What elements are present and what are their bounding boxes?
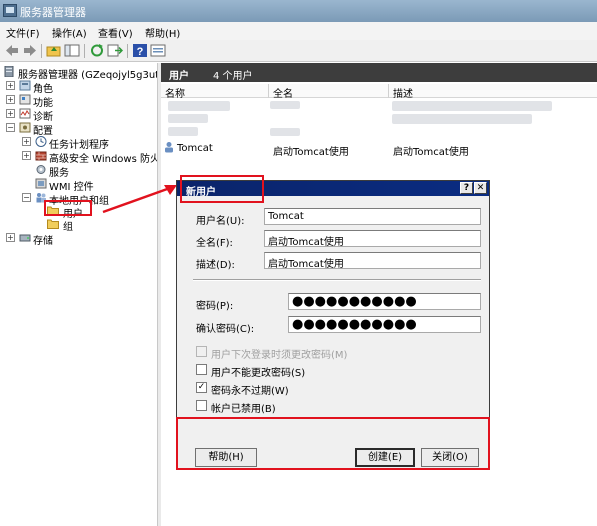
fullname-field[interactable]: 启动Tomcat使用 [264,230,481,247]
username-label: 用户名(U): [196,216,245,227]
pane-splitter[interactable] [157,63,161,526]
column-header-fullname[interactable]: 全名 [273,85,293,100]
must-change-password-label: 用户下次登录时须更改密码(M) [211,350,348,361]
wmi-icon [35,178,47,189]
up-folder-icon[interactable] [46,43,62,58]
row-tomcat-description: 启动Tomcat使用 [393,147,469,158]
redacted-name [168,114,208,123]
folder-icon [47,219,59,229]
tree-item-features[interactable]: 功能 [33,94,53,109]
expand-features-toggle[interactable]: + [6,95,15,104]
password-never-expires-checkbox[interactable]: ✓ [196,382,207,393]
account-disabled-label: 帐户已禁用(B) [211,404,276,415]
server-manager-icon [3,4,17,17]
confirm-password-label: 确认密码(C): [196,324,255,335]
menu-view[interactable]: 查看(V) [98,25,133,40]
password-never-expires-label: 密码永不过期(W) [211,386,289,397]
tree-item-config[interactable]: 配置 [33,122,53,137]
menu-action[interactable]: 操作(A) [52,25,87,40]
properties-icon[interactable] [150,43,166,58]
must-change-password-checkbox[interactable] [196,346,207,357]
tree-root[interactable]: 服务器管理器 (GZeqojyl5g3uta [18,66,157,81]
cannot-change-password-label: 用户不能更改密码(S) [211,368,306,379]
tree-item-storage[interactable]: 存储 [33,232,53,247]
list-column-headers: 名称 全名 描述 [161,84,597,100]
toolbar: ? [0,40,597,62]
dialog-divider [193,279,481,281]
username-field[interactable]: Tomcat [264,208,481,225]
menu-file[interactable]: 文件(F) [6,25,40,40]
window-title: 服务器管理器 [20,6,86,19]
password-field[interactable]: ●●●●●●●●●●● [288,293,481,310]
forward-arrow-icon[interactable] [22,43,38,58]
redacted-name [168,127,198,136]
description-label: 描述(D): [196,260,235,271]
expand-diagnostics-toggle[interactable]: + [6,109,15,118]
redacted-fullname [270,101,300,109]
highlight-box-dialog-title [180,175,264,203]
svg-text:?: ? [137,46,144,58]
expand-storage-toggle[interactable]: + [6,233,15,242]
tree-item-task-scheduler[interactable]: 任务计划程序 [49,136,109,151]
user-icon [165,142,173,153]
dialog-close-icon[interactable]: ✕ [474,182,487,194]
fullname-label: 全名(F): [196,238,233,249]
show-tree-icon[interactable] [64,43,80,58]
confirm-password-field[interactable]: ●●●●●●●●●●● [288,316,481,333]
collapse-config-toggle[interactable]: − [6,123,15,132]
expand-roles-toggle[interactable]: + [6,81,15,90]
window-title-bar: 服务器管理器 [0,0,597,22]
collapse-local-users-toggle[interactable]: − [22,193,31,202]
tree-item-diagnostics[interactable]: 诊断 [33,108,53,123]
pane-title: 用户 [169,71,189,82]
redacted-name [168,101,230,111]
annotation-arrow [102,185,177,214]
help-icon[interactable]: ? [132,43,148,58]
expand-firewall-toggle[interactable]: + [22,151,31,160]
row-tomcat-name[interactable]: Tomcat [177,143,213,154]
tree-item-wmi[interactable]: WMI 控件 [49,178,94,193]
redacted-description [392,114,532,124]
tree-item-roles[interactable]: 角色 [33,80,53,95]
tree-item-groups[interactable]: 组 [63,218,73,233]
menu-help[interactable]: 帮助(H) [145,25,180,40]
tree-item-firewall[interactable]: 高级安全 Windows 防火墙 [49,150,157,165]
back-arrow-icon[interactable] [4,43,20,58]
firewall-icon [35,151,47,161]
diagnostics-icon [19,108,31,119]
description-field[interactable]: 启动Tomcat使用 [264,252,481,269]
features-icon [19,94,31,105]
highlight-box-users [44,200,92,216]
expand-task-scheduler-toggle[interactable]: + [22,137,31,146]
redacted-fullname [270,128,300,136]
roles-icon [19,80,31,91]
column-header-description[interactable]: 描述 [393,85,413,100]
password-label: 密码(P): [196,301,234,312]
tree-item-services[interactable]: 服务 [49,164,69,179]
storage-icon [19,234,31,242]
dialog-help-icon[interactable]: ? [460,182,473,194]
navigation-tree: 服务器管理器 (GZeqojyl5g3uta + 角色 + 功能 + 诊断 − … [0,63,157,526]
menu-bar: 文件(F) 操作(A) 查看(V) 帮助(H) [0,22,597,40]
column-header-name[interactable]: 名称 [165,85,185,100]
row-tomcat-fullname: 启动Tomcat使用 [273,147,349,158]
pane-header: 用户 4 个用户 [161,63,597,82]
config-icon [19,122,31,133]
refresh-icon[interactable] [89,43,105,58]
pane-count: 4 个用户 [213,71,253,82]
redacted-description [392,101,552,111]
export-icon[interactable] [107,43,123,58]
cannot-change-password-checkbox[interactable] [196,364,207,375]
services-icon [36,165,46,174]
highlight-box-dialog-buttons [176,417,490,470]
server-icon [4,66,14,77]
clock-icon [35,136,47,147]
account-disabled-checkbox[interactable] [196,400,207,411]
